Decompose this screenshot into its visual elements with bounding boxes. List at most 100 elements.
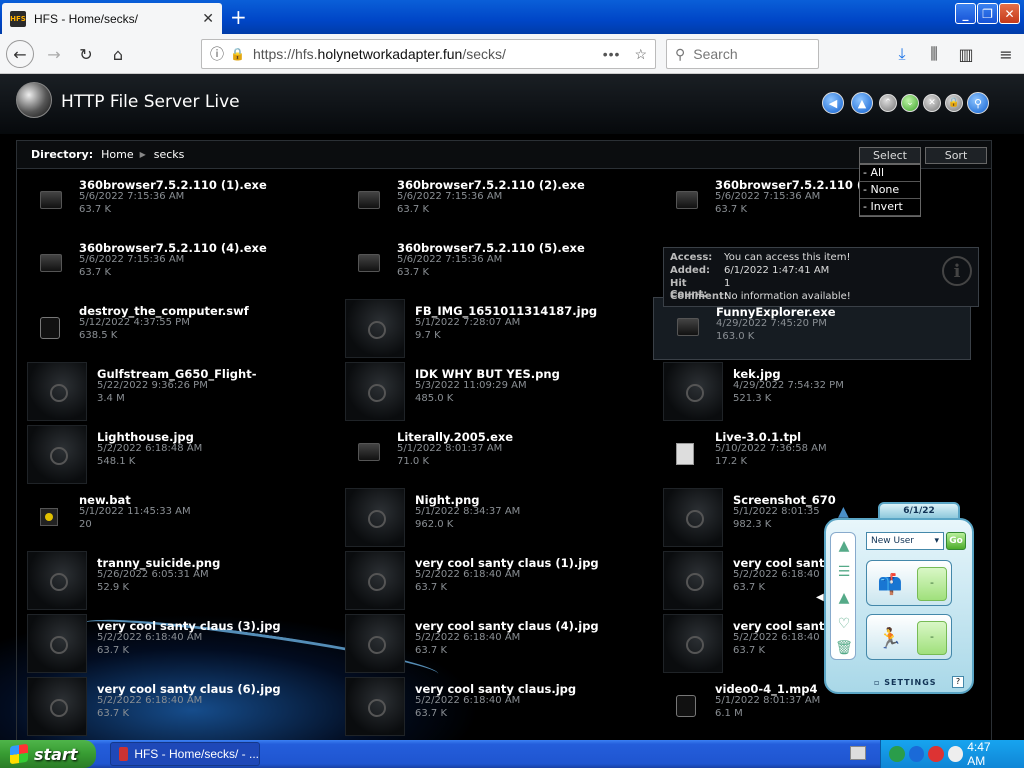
start-button[interactable]: start bbox=[0, 740, 96, 768]
folder-icon bbox=[40, 191, 62, 209]
menu-icon[interactable]: ≡ bbox=[994, 42, 1018, 66]
collapse-icon[interactable]: ⌃ bbox=[879, 94, 897, 112]
file-date: 4/29/2022 7:45:20 PM bbox=[716, 318, 827, 329]
file-date: 5/2/2022 6:18:40 AM bbox=[415, 695, 521, 706]
reload-icon[interactable]: ↻ bbox=[72, 40, 100, 68]
comment-label: Comment: bbox=[670, 291, 728, 302]
library-icon[interactable]: ⫼ bbox=[922, 42, 946, 66]
file-item[interactable]: new.bat 5/1/2022 11:45:33 AM 20 bbox=[17, 486, 335, 549]
aim-runner-icon[interactable]: ▲ bbox=[835, 537, 853, 555]
file-item[interactable]: tranny_suicide.png 5/26/2022 6:05:31 AM 52… bbox=[17, 549, 335, 612]
file-name: FB_IMG_1651011314187.jpg bbox=[415, 304, 598, 318]
mailbox-icon: 📫 bbox=[877, 572, 903, 596]
file-name: IDK WHY BUT YES.png bbox=[415, 367, 560, 381]
aim-collapse-icon[interactable]: ◀ bbox=[816, 592, 824, 603]
aim-user-label: New User bbox=[871, 536, 915, 546]
image-thumbnail bbox=[27, 677, 87, 736]
aim-buddy-count: - bbox=[917, 621, 947, 655]
aim-user-select[interactable]: New User ▾ bbox=[866, 532, 944, 550]
aim-trash-icon[interactable]: 🗑 bbox=[835, 639, 853, 657]
file-item[interactable]: Live-3.0.1.tpl 5/10/2022 7:36:58 AM 17.2 K bbox=[653, 423, 971, 486]
tab-title: HFS - Home/secks/ bbox=[34, 11, 139, 26]
keyboard-icon[interactable] bbox=[850, 746, 866, 760]
aim-heart-icon[interactable]: ♡ bbox=[835, 615, 853, 633]
page-actions-icon[interactable]: ••• bbox=[603, 46, 621, 62]
file-item[interactable]: FB_IMG_1651011314187.jpg 5/1/2022 7:28:07… bbox=[335, 297, 653, 360]
home-icon[interactable]: ⌂ bbox=[104, 40, 132, 68]
file-item[interactable]: kek.jpg 4/29/2022 7:54:32 PM 521.3 K bbox=[653, 360, 971, 423]
info-icon[interactable]: ⓘ bbox=[210, 44, 224, 64]
taskbar-window-button[interactable]: HFS - Home/secks/ - ... bbox=[110, 742, 260, 766]
aim-go-button[interactable]: Go bbox=[946, 532, 966, 550]
go-up-icon[interactable]: ▲ bbox=[851, 92, 873, 114]
file-name: destroy_the_computer.swf bbox=[79, 304, 249, 318]
aim-mail-button[interactable]: 📫 - bbox=[866, 560, 952, 606]
file-item[interactable]: 360browser7.5.2.110 (4).exe 5/6/2022 7:15… bbox=[17, 234, 335, 297]
file-item[interactable]: Gulfstream_G650_Flight- 5/22/2022 9:36:26… bbox=[17, 360, 335, 423]
close-circle-icon[interactable]: ✕ bbox=[923, 94, 941, 112]
file-size: 3.4 M bbox=[97, 393, 125, 404]
file-item[interactable]: 360browser7.5.2.110 (3).exe 5/6/2022 7:15… bbox=[653, 171, 971, 234]
file-item[interactable]: Night.png 5/1/2022 8:34:37 AM 962.0 K bbox=[335, 486, 653, 549]
url-bar[interactable]: ⓘ 🔒 https://hfs. holynetworkadapter.fun/s… bbox=[201, 39, 656, 69]
file-size: 485.0 K bbox=[415, 393, 454, 404]
breadcrumb-secks[interactable]: secks bbox=[154, 148, 185, 161]
file-item[interactable]: IDK WHY BUT YES.png 5/3/2022 11:09:29 AM 4… bbox=[335, 360, 653, 423]
file-item[interactable]: 360browser7.5.2.110 (1).exe 5/6/2022 7:15… bbox=[17, 171, 335, 234]
tray-app-icon[interactable] bbox=[889, 746, 905, 762]
new-tab-icon[interactable]: + bbox=[230, 5, 247, 29]
select-invert-option[interactable]: - Invert bbox=[860, 199, 920, 216]
image-thumbnail bbox=[663, 488, 723, 547]
folder-icon bbox=[358, 254, 380, 272]
select-none-option[interactable]: - None bbox=[860, 182, 920, 199]
close-window-button[interactable]: ✕ bbox=[999, 3, 1020, 24]
navigation-bar: ← → ↻ ⌂ ⓘ 🔒 https://hfs. holynetworkadapt… bbox=[0, 34, 1024, 74]
aim-widget[interactable]: 6/1/22 ▲ ▲ ☰ ▲ ♡ 🗑 ◀ New User ▾ Go 📫 - 🏃 … bbox=[816, 502, 976, 694]
lock-icon[interactable]: 🔒 bbox=[945, 94, 963, 112]
file-item[interactable]: very cool santy claus (1).jpg 5/2/2022 6:… bbox=[335, 549, 653, 612]
aim-buddy-button[interactable]: 🏃 - bbox=[866, 614, 952, 660]
tray-network-icon[interactable] bbox=[908, 746, 925, 762]
maximize-button[interactable]: ❐ bbox=[977, 3, 998, 24]
go-back-icon[interactable]: ◀ bbox=[822, 92, 844, 114]
download-icon[interactable]: ⤓ bbox=[890, 42, 914, 66]
back-icon[interactable]: ← bbox=[6, 40, 34, 68]
file-item[interactable]: Lighthouse.jpg 5/2/2022 6:18:48 AM 548.1 K bbox=[17, 423, 335, 486]
bookmark-star-icon[interactable]: ☆ bbox=[634, 46, 647, 63]
file-size: 63.7 K bbox=[415, 582, 448, 593]
minimize-button[interactable]: _ bbox=[955, 3, 976, 24]
file-item[interactable]: 360browser7.5.2.110 (2).exe 5/6/2022 7:15… bbox=[335, 171, 653, 234]
select-button[interactable]: Select bbox=[859, 147, 921, 164]
sidebar-icon[interactable]: ▥ bbox=[954, 42, 978, 66]
file-size: 63.7 K bbox=[397, 204, 430, 215]
file-date: 5/1/2022 8:01:35 bbox=[733, 506, 820, 517]
file-size: 638.5 K bbox=[79, 330, 118, 341]
file-item[interactable]: 360browser7.5.2.110 (5).exe 5/6/2022 7:15… bbox=[335, 234, 653, 297]
url-prefix: https://hfs. bbox=[252, 46, 318, 62]
expand-icon[interactable]: ⌄ bbox=[901, 94, 919, 112]
search-input[interactable]: ⚲ Search bbox=[666, 39, 819, 69]
forward-icon[interactable]: → bbox=[40, 40, 68, 68]
aim-list-icon[interactable]: ☰ bbox=[835, 563, 853, 581]
file-item[interactable]: very cool santy claus (3).jpg 5/2/2022 6:… bbox=[17, 612, 335, 675]
select-all-option[interactable]: - All bbox=[860, 165, 920, 182]
image-thumbnail bbox=[27, 362, 87, 421]
sort-button[interactable]: Sort bbox=[925, 147, 987, 164]
browser-tab[interactable]: HFS HFS - Home/secks/ ✕ bbox=[2, 3, 222, 34]
close-tab-icon[interactable]: ✕ bbox=[202, 11, 214, 27]
tray-security-icon[interactable] bbox=[928, 746, 944, 762]
aim-help-button[interactable]: ? bbox=[952, 676, 964, 688]
file-date: 5/6/2022 7:15:36 AM bbox=[79, 191, 185, 202]
file-item[interactable]: very cool santy claus.jpg 5/2/2022 6:18:4… bbox=[335, 675, 653, 738]
file-item[interactable]: destroy_the_computer.swf 5/12/2022 4:37:5… bbox=[17, 297, 335, 360]
file-date: 5/6/2022 7:15:36 AM bbox=[397, 191, 503, 202]
tray-volume-icon[interactable] bbox=[947, 746, 964, 762]
file-item[interactable]: Literally.2005.exe 5/1/2022 8:01:37 AM 71.… bbox=[335, 423, 653, 486]
info-icon: i bbox=[942, 256, 972, 286]
file-item[interactable]: very cool santy claus (4).jpg 5/2/2022 6:… bbox=[335, 612, 653, 675]
search-icon[interactable]: ⚲ bbox=[967, 92, 989, 114]
file-name: 360browser7.5.2.110 (5).exe bbox=[397, 241, 585, 255]
aim-buddy-icon[interactable]: ▲ bbox=[835, 589, 853, 607]
file-item[interactable]: very cool santy claus (6).jpg 5/2/2022 6:… bbox=[17, 675, 335, 738]
breadcrumb-home[interactable]: Home bbox=[101, 148, 133, 161]
